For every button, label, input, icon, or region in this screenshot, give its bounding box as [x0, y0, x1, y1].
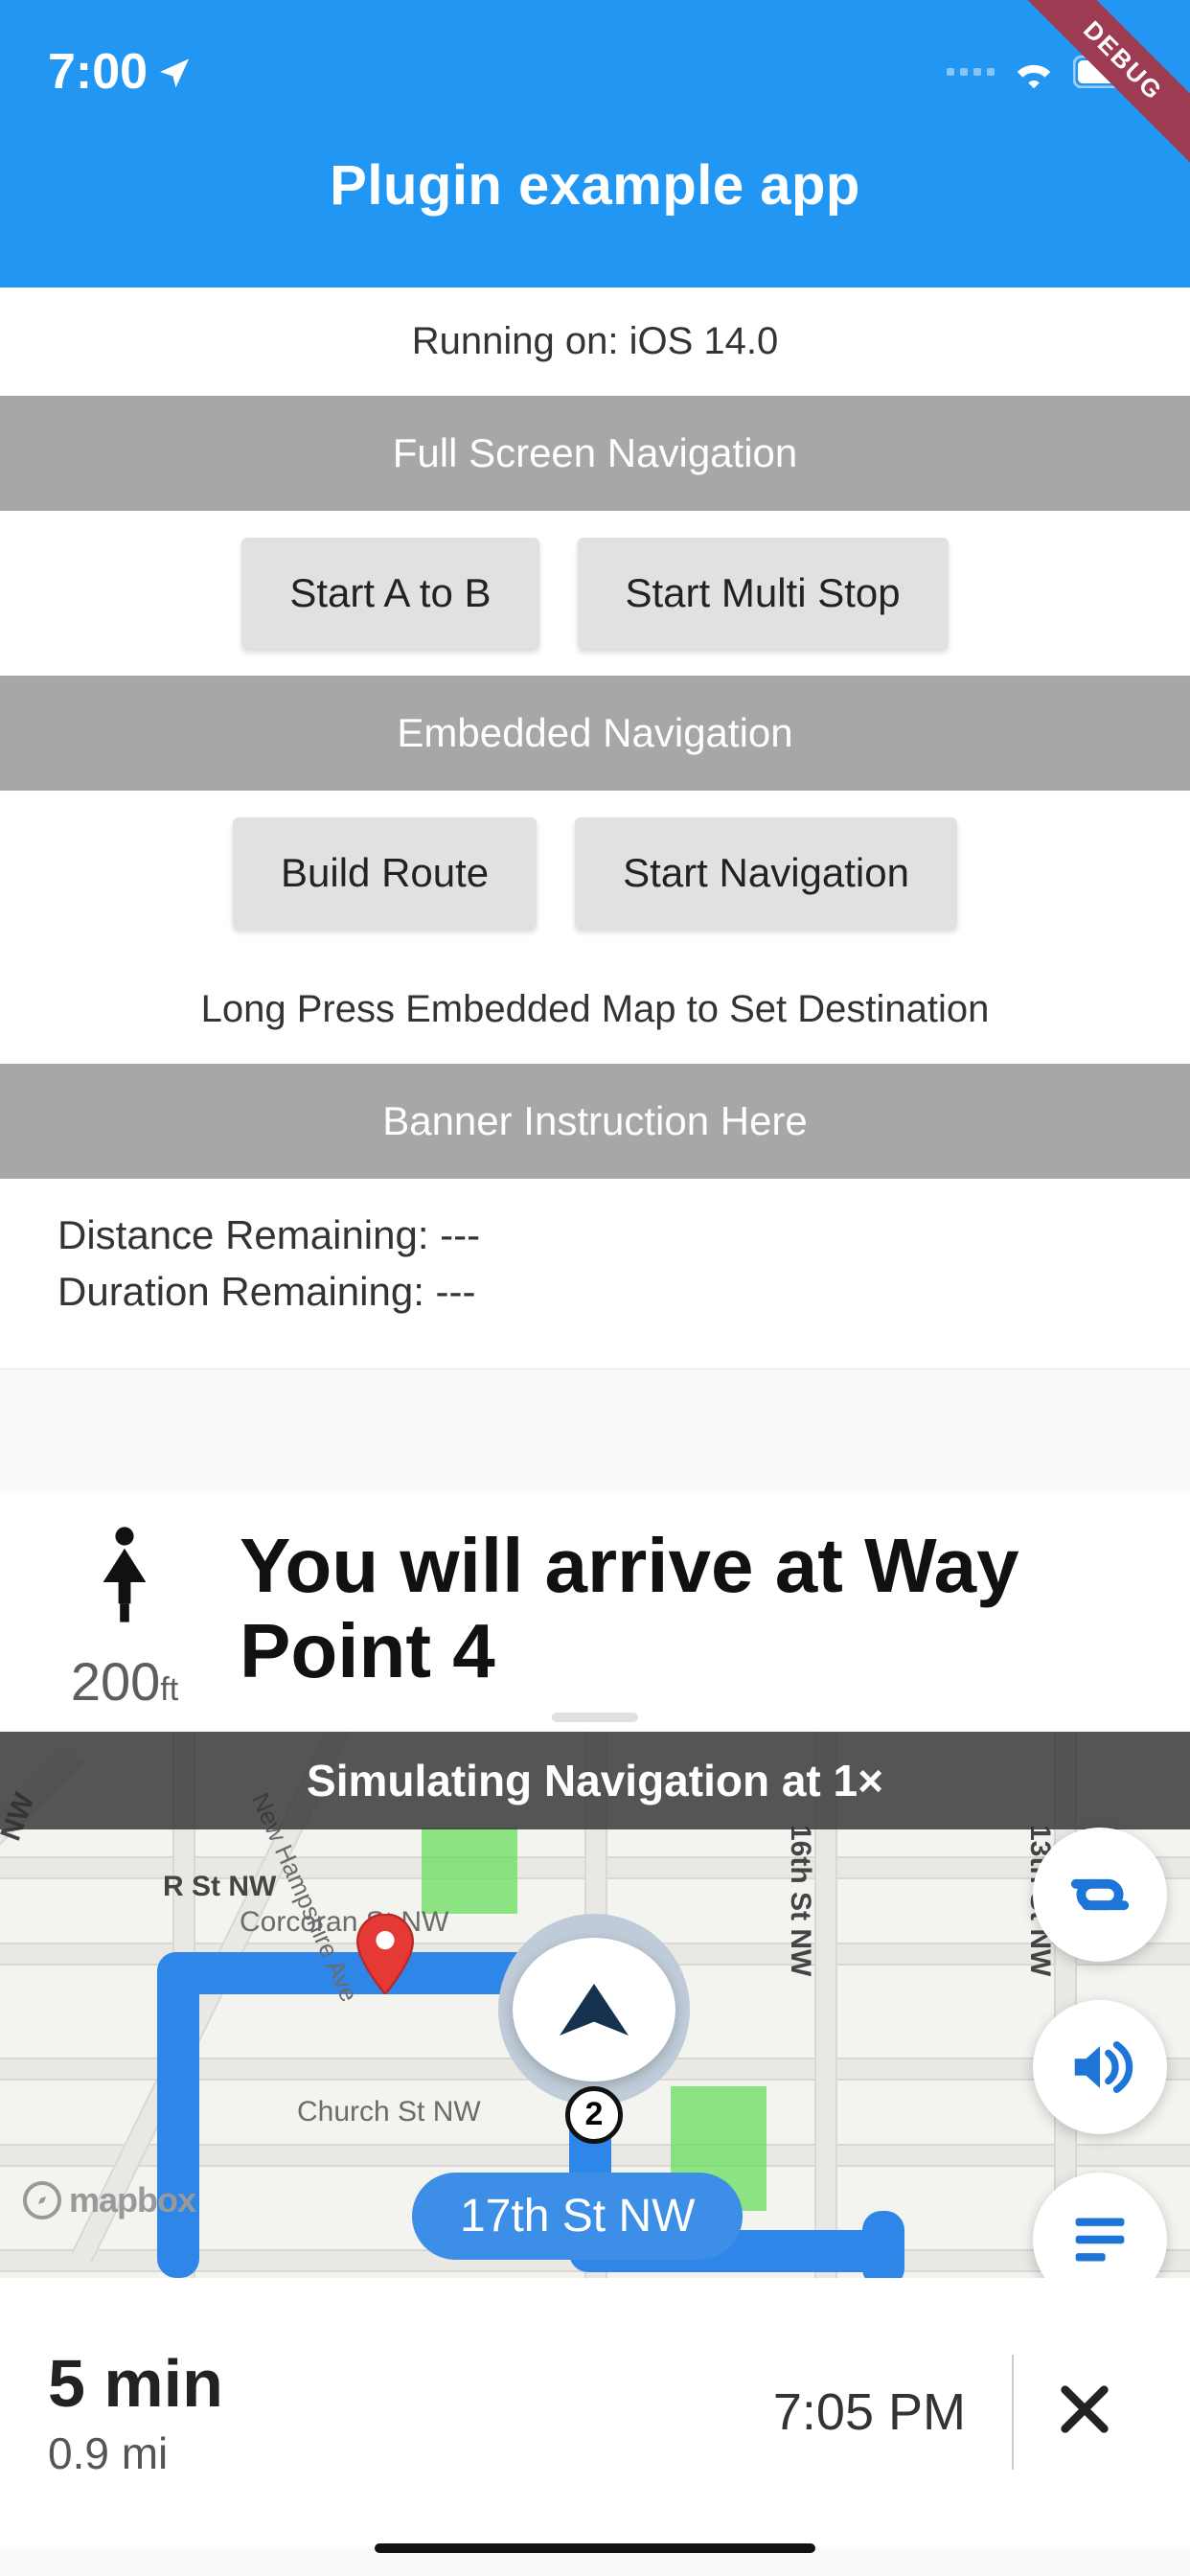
clock-text: 7:00: [48, 43, 148, 101]
embedded-button-row: Build Route Start Navigation: [0, 791, 1190, 955]
eta-label: 5 min: [48, 2345, 773, 2422]
build-route-button[interactable]: Build Route: [233, 817, 537, 929]
start-multi-stop-button[interactable]: Start Multi Stop: [578, 538, 949, 649]
volume-button[interactable]: [1033, 2000, 1167, 2134]
arrival-time-label: 7:05 PM: [773, 2382, 1008, 2442]
drag-handle[interactable]: [552, 1713, 638, 1722]
location-icon: [157, 55, 192, 89]
duration-remaining-label: Duration Remaining: ---: [57, 1264, 1133, 1321]
close-icon: [1057, 2381, 1112, 2442]
arrival-distance-unit: ft: [160, 1671, 178, 1708]
street-label: R St NW: [163, 1871, 276, 1903]
status-time: 7:00: [48, 43, 192, 101]
arrival-distance: 200ft: [71, 1650, 178, 1713]
distance-remaining-label: Distance Remaining: ---: [57, 1208, 1133, 1264]
spacer: [0, 1369, 1190, 1494]
route-line: [862, 2211, 904, 2278]
street-label: Corcoran St NW: [240, 1906, 448, 1939]
trip-distance-label: 0.9 mi: [48, 2427, 773, 2479]
home-indicator: [375, 2543, 815, 2553]
mapbox-text: mapbox: [69, 2180, 195, 2220]
close-navigation-button[interactable]: [1027, 2381, 1142, 2442]
embedded-map[interactable]: R St NW Corcoran St NW Church St NW New …: [0, 1732, 1190, 2278]
destination-pin-icon: [355, 1914, 416, 1999]
start-a-to-b-button[interactable]: Start A to B: [241, 538, 538, 649]
list-button[interactable]: [1033, 2173, 1167, 2278]
divider: [1012, 2355, 1014, 2470]
arrival-message: You will arrive at Way Point 4: [240, 1523, 1152, 1694]
current-street-chip: 17th St NW: [412, 2173, 743, 2260]
arrival-left: 200ft: [38, 1523, 211, 1713]
arrival-distance-value: 200: [71, 1651, 160, 1712]
section-fullscreen-header: Full Screen Navigation: [0, 396, 1190, 511]
arrive-icon: [94, 1527, 155, 1627]
page-title: Plugin example app: [0, 153, 1190, 218]
arrival-banner[interactable]: 200ft You will arrive at Way Point 4: [0, 1494, 1190, 1732]
mapbox-icon: [23, 2181, 61, 2220]
alternate-route-button[interactable]: [1033, 1828, 1167, 1962]
bottom-eta-block: 5 min 0.9 mi: [48, 2345, 773, 2479]
fullscreen-button-row: Start A to B Start Multi Stop: [0, 511, 1190, 676]
signal-icon: [947, 68, 995, 76]
section-banner-header: Banner Instruction Here: [0, 1064, 1190, 1179]
embedded-hint: Long Press Embedded Map to Set Destinati…: [0, 955, 1190, 1064]
running-on-label: Running on: iOS 14.0: [0, 288, 1190, 396]
start-navigation-button[interactable]: Start Navigation: [575, 817, 957, 929]
street-label: 16th St NW: [784, 1825, 816, 1976]
street-label: Church St NW: [297, 2096, 481, 2128]
section-embedded-header: Embedded Navigation: [0, 676, 1190, 791]
waypoint-badge: 2: [565, 2086, 623, 2144]
stats-row: Distance Remaining: --- Duration Remaini…: [0, 1179, 1190, 1369]
mapbox-logo: mapbox: [23, 2180, 195, 2220]
status-bar: 7:00: [0, 0, 1190, 115]
park: [422, 1828, 517, 1914]
wifi-icon: [1012, 55, 1056, 89]
app-header: 7:00 Plugin example app DEBUG: [0, 0, 1190, 288]
bottom-bar: 5 min 0.9 mi 7:05 PM: [0, 2278, 1190, 2546]
route-line: [157, 1952, 199, 2278]
location-puck: [513, 1938, 675, 2082]
simulation-banner: Simulating Navigation at 1×: [0, 1732, 1190, 1829]
